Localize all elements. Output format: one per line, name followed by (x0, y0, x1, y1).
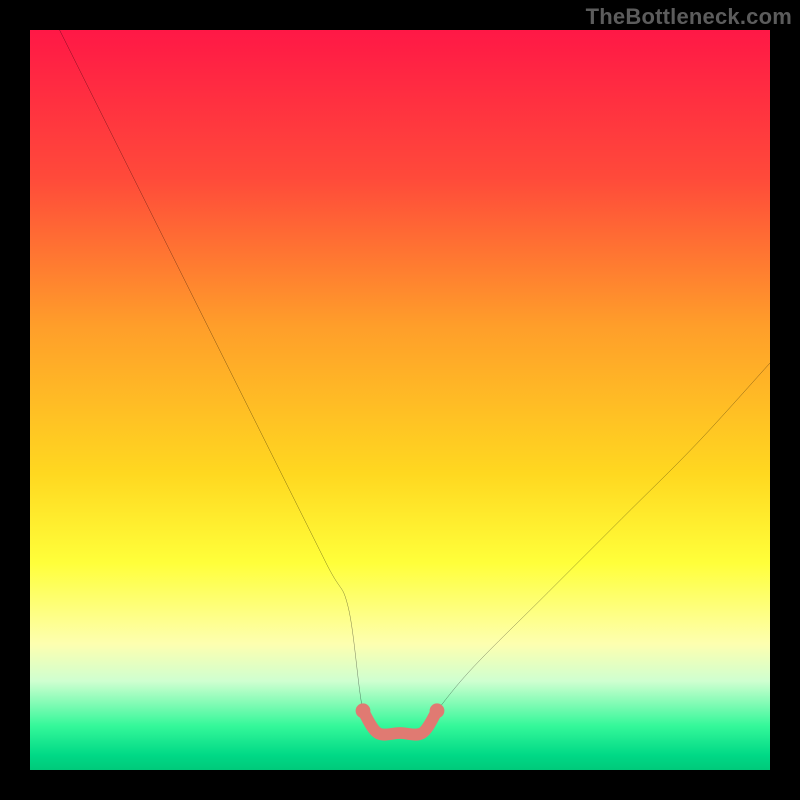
plot-area (30, 30, 770, 770)
bottleneck-curve (30, 30, 770, 770)
chart-frame: TheBottleneck.com (0, 0, 800, 800)
watermark-text: TheBottleneck.com (586, 4, 792, 30)
